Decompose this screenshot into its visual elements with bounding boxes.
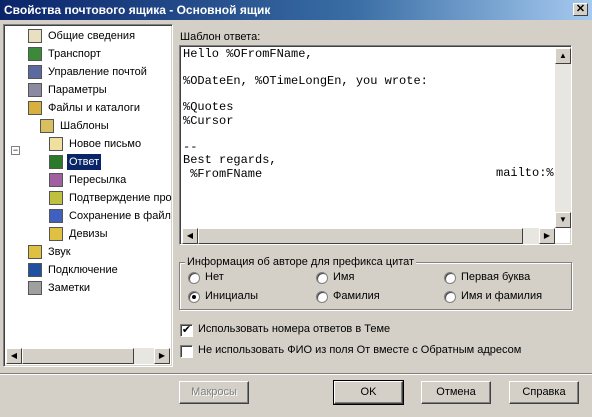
tree-item-label: Общие сведения — [48, 30, 136, 42]
editor-line: Best regards, — [183, 153, 277, 168]
tree-item-label: Файлы и каталоги — [48, 102, 140, 114]
editor-scroll-thumb[interactable] — [198, 228, 523, 244]
tree-horizontal-scrollbar[interactable]: ◀ ▶ — [6, 348, 170, 364]
tree-item-label: Транспорт — [48, 48, 101, 60]
help-button[interactable]: Справка — [509, 381, 579, 404]
settings-tree: Общие сведения Транспорт Управление почтой… — [3, 24, 173, 367]
quote-prefix-group — [179, 262, 572, 310]
tree-item-label: Сохранение в файл — [69, 210, 171, 222]
radio-button[interactable] — [316, 272, 328, 284]
tree-item-label: Подтверждение про — [69, 192, 172, 204]
checkbox[interactable] — [180, 345, 193, 358]
info-card-icon — [28, 29, 42, 43]
scroll-down-button[interactable]: ▼ — [555, 212, 571, 228]
editor-horizontal-scrollbar[interactable]: ◀ ▶ — [182, 228, 555, 244]
properties-dialog: Свойства почтового ящика - Основной ящик… — [0, 0, 592, 417]
templates-icon — [40, 119, 54, 133]
radio-button[interactable] — [188, 272, 200, 284]
editor-scroll-left-button[interactable]: ◀ — [182, 228, 198, 244]
button-separator — [0, 373, 592, 375]
editor-label: Шаблон ответа: — [180, 31, 261, 43]
reply-icon — [49, 155, 63, 169]
macros-button[interactable]: Макросы — [179, 381, 249, 404]
window-title: Свойства почтового ящика - Основной ящик — [4, 3, 271, 17]
radio-button[interactable] — [444, 272, 456, 284]
editor-vertical-scrollbar[interactable]: ▲ ▼ — [555, 48, 571, 228]
radio-button[interactable] — [444, 291, 456, 303]
editor-line: -- — [183, 140, 198, 155]
editor-line: %Cursor — [183, 113, 234, 128]
editor-line: Hello %OFromFName, — [183, 47, 313, 61]
mail-manage-icon — [28, 65, 42, 79]
quote-prefix-group-title: Информация об авторе для префикса цитат — [185, 256, 417, 268]
scroll-left-button[interactable]: ◀ — [6, 348, 22, 364]
tree-item-label: Подключение — [48, 264, 118, 276]
radio-label[interactable]: Первая буква — [461, 271, 530, 283]
forward-icon — [49, 173, 63, 187]
confirm-icon — [49, 191, 63, 205]
editor-line: %FromFName — [183, 166, 263, 181]
folders-icon — [28, 101, 42, 115]
sound-icon — [28, 245, 42, 259]
radio-label[interactable]: Нет — [205, 271, 224, 283]
tree-item-label: Параметры — [48, 84, 107, 96]
tree-item-label: Заметки — [48, 282, 91, 294]
editor-line: %ODateEn, %OTimeLongEn, you wrote: — [183, 73, 428, 88]
reply-template-editor[interactable]: Hello %OFromFName, %ODateEn, %OTimeLongEn… — [179, 45, 572, 245]
collapse-toggle[interactable]: − — [11, 146, 20, 155]
radio-label[interactable]: Имя — [333, 271, 354, 283]
parameters-icon — [28, 83, 42, 97]
tree-item-label: Пересылка — [69, 174, 127, 186]
tree-item-label: Девизы — [69, 228, 108, 240]
scroll-right-button[interactable]: ▶ — [154, 348, 170, 364]
editor-line-fragment: mailto:% — [496, 166, 554, 180]
editor-scroll-right-button[interactable]: ▶ — [539, 228, 555, 244]
tree-item-label: Ответ — [67, 154, 102, 170]
checkbox[interactable]: ✔ — [180, 324, 193, 337]
checkbox-label[interactable]: Использовать номера ответов в Теме — [198, 323, 390, 335]
radio-label[interactable]: Имя и фамилия — [461, 290, 542, 302]
title-bar: Свойства почтового ящика - Основной ящик… — [0, 0, 592, 20]
cancel-button[interactable]: Отмена — [421, 381, 491, 404]
connection-icon — [28, 263, 42, 277]
radio-label[interactable]: Инициалы — [205, 290, 258, 302]
radio-button[interactable] — [188, 291, 200, 303]
mottos-icon — [49, 227, 63, 241]
tree-item-label: Управление почтой — [48, 66, 147, 78]
new-letter-icon — [49, 137, 63, 151]
transport-icon — [28, 47, 42, 61]
editor-line: %Quotes — [183, 100, 234, 115]
radio-label[interactable]: Фамилия — [333, 290, 380, 302]
close-button[interactable]: ✕ — [573, 3, 588, 16]
scroll-up-button[interactable]: ▲ — [555, 48, 571, 64]
tree-item-label: Новое письмо — [69, 138, 142, 150]
checkbox-label[interactable]: Не использовать ФИО из поля От вместе с … — [198, 344, 521, 356]
tree-item-label: Шаблоны — [60, 120, 109, 132]
scroll-thumb[interactable] — [22, 348, 134, 364]
tree-item-label: Звук — [48, 246, 71, 258]
save-file-icon — [49, 209, 63, 223]
ok-button[interactable]: OK — [333, 380, 404, 405]
radio-button[interactable] — [316, 291, 328, 303]
notes-icon — [28, 281, 42, 295]
